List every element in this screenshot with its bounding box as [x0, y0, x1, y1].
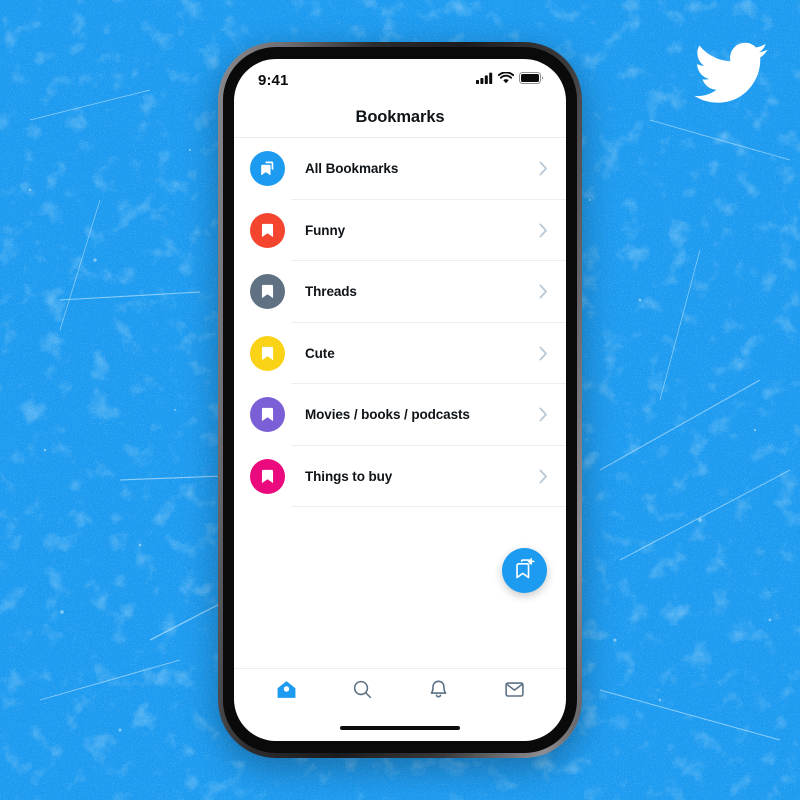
home-indicator[interactable]	[340, 726, 460, 730]
bookmarks-stack-icon	[250, 151, 285, 187]
chevron-right-icon	[539, 346, 548, 361]
nav-item-home[interactable]	[263, 672, 309, 712]
search-icon	[352, 679, 373, 705]
screen-header: Bookmarks	[234, 97, 566, 138]
list-item-label: Things to buy	[305, 468, 393, 484]
phone-bezel: 9:41 Bookmarks All Bookmarks Funny Threa…	[223, 47, 577, 753]
list-item[interactable]: Threads	[234, 261, 566, 323]
page-title: Bookmarks	[355, 107, 445, 126]
nav-item-messages[interactable]	[491, 672, 537, 712]
status-bar: 9:41	[234, 59, 566, 97]
bookmark-icon	[250, 335, 285, 371]
list-item-label: Movies / books / podcasts	[305, 407, 470, 423]
messages-icon	[504, 679, 525, 705]
list-item[interactable]: Funny	[234, 200, 566, 262]
cellular-signal-icon	[476, 71, 493, 89]
list-item-label: Funny	[305, 222, 345, 238]
bookmark-icon	[250, 458, 285, 494]
list-item[interactable]: Movies / books / podcasts	[234, 384, 566, 446]
bottom-navigation-bar	[234, 668, 566, 715]
list-item[interactable]: Cute	[234, 323, 566, 385]
nav-item-notifications[interactable]	[415, 672, 461, 712]
add-bookmark-icon	[513, 557, 536, 585]
bookmark-folder-list: All Bookmarks Funny Threads Cute Movies …	[234, 138, 566, 668]
notifications-icon	[428, 679, 449, 705]
list-item-label: All Bookmarks	[305, 161, 399, 177]
status-bar-time: 9:41	[258, 71, 289, 89]
list-item-label: Cute	[305, 345, 335, 361]
bookmark-icon	[250, 274, 285, 310]
status-bar-icons	[476, 71, 544, 89]
chevron-right-icon	[539, 407, 548, 422]
phone-device: 9:41 Bookmarks All Bookmarks Funny Threa…	[218, 42, 582, 758]
battery-icon	[519, 71, 544, 89]
chevron-right-icon	[539, 161, 548, 176]
phone-screen: 9:41 Bookmarks All Bookmarks Funny Threa…	[234, 59, 566, 741]
nav-item-search[interactable]	[339, 672, 385, 712]
home-icon	[276, 679, 297, 705]
bookmark-icon	[250, 397, 285, 433]
chevron-right-icon	[539, 223, 548, 238]
list-item-label: Threads	[305, 284, 357, 300]
list-item[interactable]: Things to buy	[234, 446, 566, 508]
list-item[interactable]: All Bookmarks	[234, 138, 566, 200]
twitter-bird-icon	[694, 42, 768, 104]
chevron-right-icon	[539, 469, 548, 484]
wifi-icon	[497, 71, 515, 89]
chevron-right-icon	[539, 284, 548, 299]
bookmark-icon	[250, 212, 285, 248]
home-indicator-area	[234, 715, 566, 741]
add-bookmark-fab[interactable]	[502, 548, 547, 593]
